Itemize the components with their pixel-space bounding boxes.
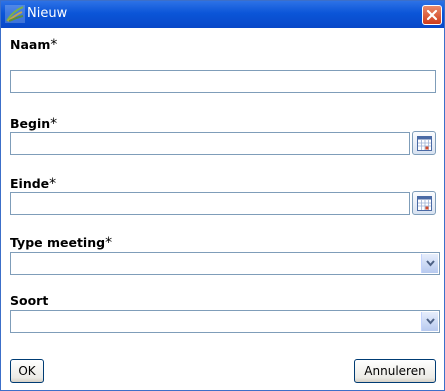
dropdown-button[interactable] <box>421 254 438 273</box>
naam-field[interactable] <box>10 70 436 93</box>
close-button[interactable] <box>422 5 442 25</box>
type-meeting-label: Type meeting* <box>10 235 113 251</box>
cancel-button[interactable]: Annuleren <box>354 359 436 383</box>
einde-label: Einde* <box>10 176 57 192</box>
type-meeting-select[interactable] <box>10 252 440 275</box>
begin-field[interactable] <box>10 132 410 155</box>
begin-input[interactable] <box>11 133 409 154</box>
begin-label: Begin* <box>10 116 58 132</box>
begin-calendar-button[interactable] <box>412 131 436 155</box>
required-mark: * <box>50 37 58 53</box>
naam-label: Naam* <box>10 37 58 53</box>
soort-label: Soort <box>10 293 49 308</box>
required-mark: * <box>105 235 113 251</box>
leaf-logo-icon <box>5 5 25 23</box>
calendar-icon <box>417 136 432 151</box>
dialog-window: Nieuw Naam* Begin* Einde* Type meeting* … <box>0 0 445 391</box>
title-bar[interactable]: Nieuw <box>1 1 444 28</box>
required-mark: * <box>49 176 57 192</box>
einde-field[interactable] <box>10 192 410 215</box>
chevron-down-icon <box>426 260 435 267</box>
naam-input[interactable] <box>11 71 435 92</box>
calendar-icon <box>417 196 432 211</box>
soort-select[interactable] <box>10 310 440 333</box>
required-mark: * <box>50 116 58 132</box>
ok-button[interactable]: OK <box>10 359 44 383</box>
chevron-down-icon <box>426 318 435 325</box>
einde-calendar-button[interactable] <box>412 191 436 215</box>
einde-input[interactable] <box>11 193 409 214</box>
window-title: Nieuw <box>27 6 68 21</box>
close-x-icon <box>426 9 438 21</box>
dropdown-button[interactable] <box>421 312 438 331</box>
